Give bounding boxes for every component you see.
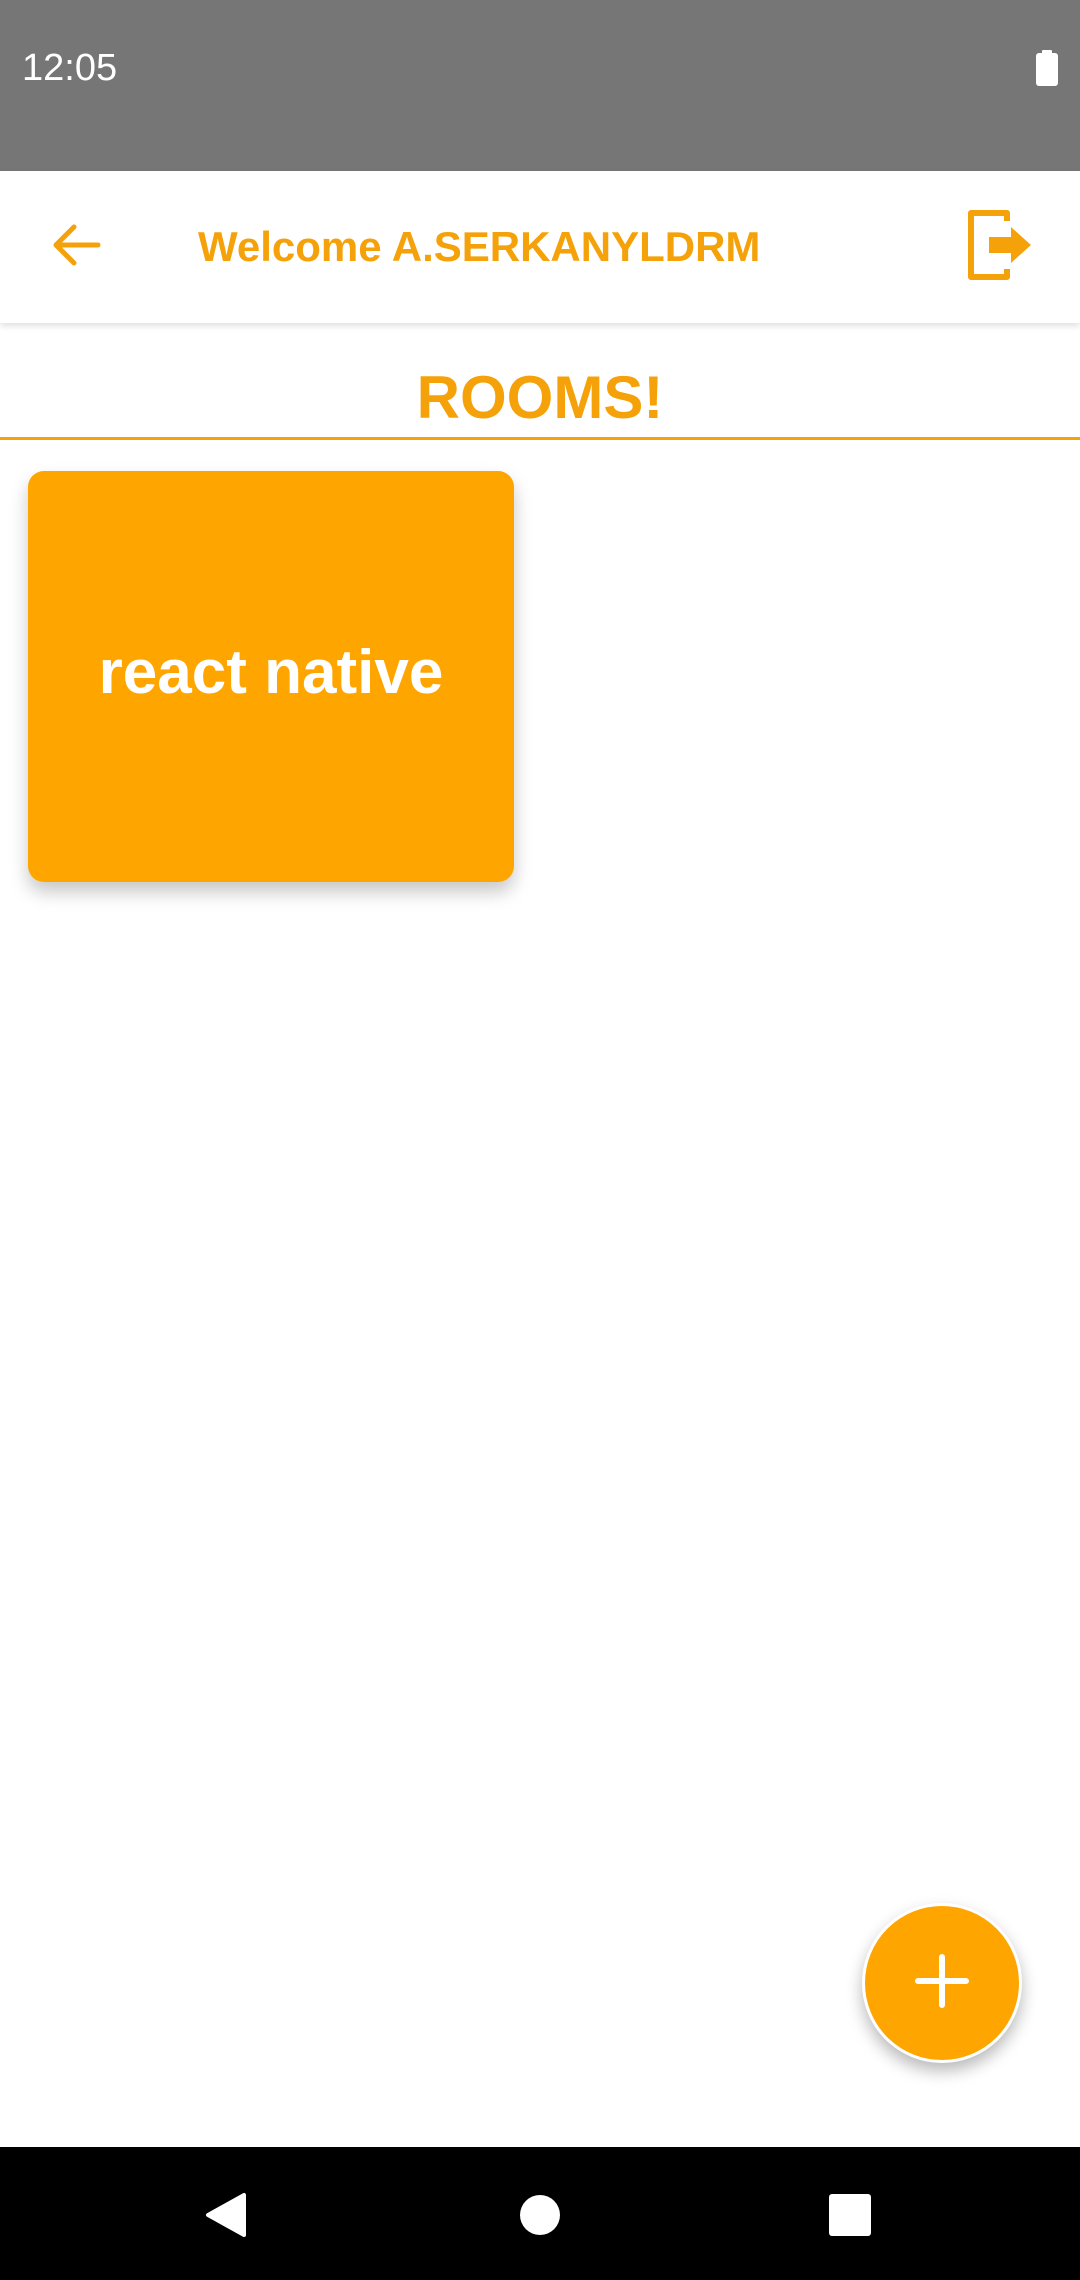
logout-button[interactable] bbox=[960, 207, 1040, 287]
app-screen: 12:05 Welcome A.SERKANYLDRM ROOMS! react… bbox=[0, 0, 1080, 2280]
header-title: Welcome A.SERKANYLDRM bbox=[198, 223, 761, 270]
logout-icon bbox=[967, 209, 1033, 286]
battery-full-icon bbox=[1036, 50, 1058, 86]
rooms-divider bbox=[0, 437, 1080, 440]
arrow-left-icon bbox=[50, 223, 102, 272]
status-bar: 12:05 bbox=[0, 0, 1080, 171]
nav-home-icon bbox=[519, 2194, 561, 2241]
room-card-label: react native bbox=[98, 637, 444, 707]
rooms-heading: ROOMS! bbox=[416, 364, 664, 431]
nav-home-button[interactable] bbox=[500, 2177, 580, 2257]
add-room-button[interactable] bbox=[862, 1903, 1022, 2063]
nav-recents-icon bbox=[828, 2193, 872, 2241]
app-header: Welcome A.SERKANYLDRM bbox=[0, 171, 1080, 323]
status-time: 12:05 bbox=[22, 47, 118, 89]
nav-back-button[interactable] bbox=[186, 2177, 266, 2257]
system-nav-bar bbox=[0, 2147, 1080, 2280]
plus-icon bbox=[914, 1953, 970, 2014]
nav-back-icon bbox=[204, 2191, 248, 2244]
nav-recents-button[interactable] bbox=[810, 2177, 890, 2257]
room-card-react-native[interactable]: react native bbox=[28, 471, 514, 882]
back-button[interactable] bbox=[36, 207, 116, 287]
